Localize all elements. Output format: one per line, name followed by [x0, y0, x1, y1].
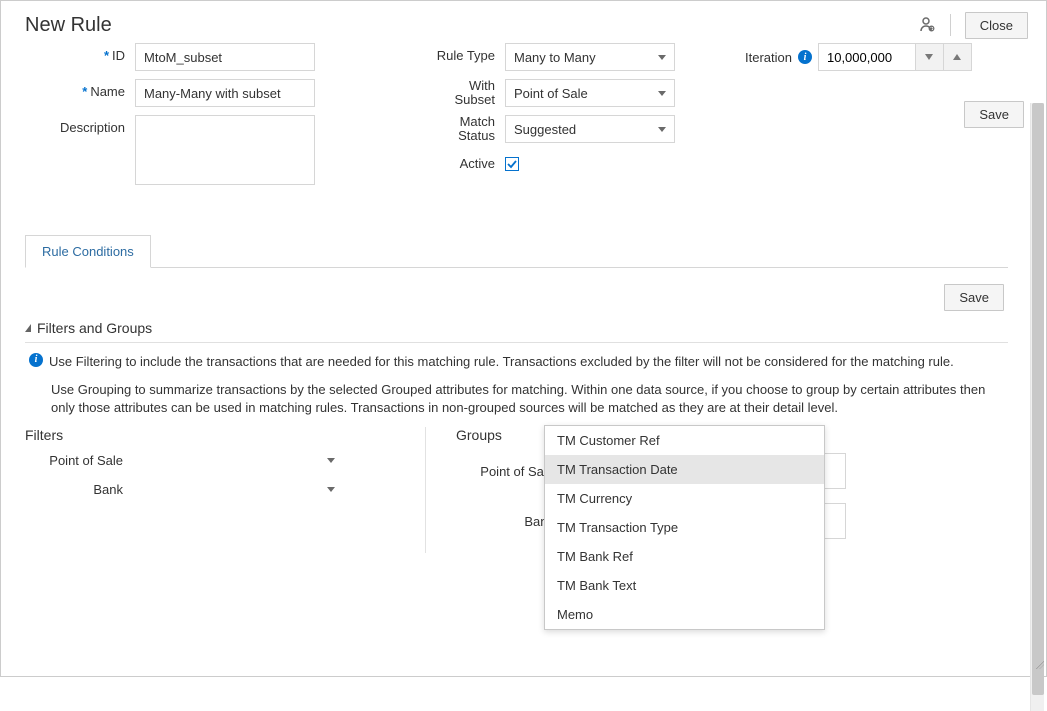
rule-conditions-panel: Save Filters and Groups i Use Filtering …	[25, 268, 1008, 553]
field-match-status: Match Status Suggested	[435, 115, 685, 143]
dropdown-option[interactable]: TM Currency	[545, 484, 824, 513]
section-title-text: Filters and Groups	[37, 320, 152, 336]
filter-bank: Bank	[25, 482, 385, 497]
id-input[interactable]	[135, 43, 315, 71]
chevron-down-icon	[658, 91, 666, 96]
match-status-label: Match Status	[435, 115, 505, 143]
close-button[interactable]: Close	[965, 12, 1028, 39]
collapse-icon	[25, 324, 31, 332]
page-title: New Rule	[25, 14, 112, 37]
match-status-select[interactable]: Suggested	[505, 115, 675, 143]
scroll-area: *ID *Name Description Rule Type Many to	[25, 43, 1028, 658]
save-button-panel[interactable]: Save	[944, 284, 1004, 311]
name-label: *Name	[25, 79, 135, 99]
resize-handle[interactable]	[1032, 657, 1046, 671]
active-label: Active	[435, 151, 505, 171]
help-block: i Use Filtering to include the transacti…	[25, 353, 1008, 417]
info-icon[interactable]: i	[798, 50, 812, 64]
with-subset-value: Point of Sale	[514, 86, 588, 101]
iteration-increment[interactable]	[943, 44, 971, 70]
help-text-1: i Use Filtering to include the transacti…	[29, 353, 1004, 371]
with-subset-label: With Subset	[435, 79, 505, 107]
attribute-dropdown: TM Customer Ref TM Transaction Date TM C…	[544, 425, 825, 630]
field-rule-type: Rule Type Many to Many	[435, 43, 685, 71]
field-description: Description	[25, 115, 415, 185]
form-col-1: *ID *Name Description	[25, 43, 415, 193]
chevron-down-icon	[327, 487, 335, 492]
filter-bank-select[interactable]	[135, 487, 335, 492]
form-col-3: Iteration i	[705, 43, 1008, 193]
field-with-subset: With Subset Point of Sale	[435, 79, 685, 107]
chevron-up-icon	[953, 54, 961, 60]
match-status-value: Suggested	[514, 122, 576, 137]
iteration-spinner	[818, 43, 972, 71]
dropdown-option[interactable]: TM Bank Ref	[545, 542, 824, 571]
filter-bank-label: Bank	[25, 482, 135, 497]
divider	[950, 14, 951, 36]
id-label: *ID	[25, 43, 135, 63]
filter-pos-select[interactable]	[135, 458, 335, 463]
filters-column: Filters Point of Sale Bank	[25, 427, 385, 553]
iteration-input[interactable]	[819, 44, 915, 70]
chevron-down-icon	[925, 54, 933, 60]
help-text-2: Use Grouping to summarize transactions b…	[51, 381, 1004, 417]
iteration-decrement[interactable]	[915, 44, 943, 70]
scrollbar-track[interactable]	[1030, 103, 1044, 711]
field-iteration: Iteration i	[745, 43, 1008, 71]
chevron-down-icon	[327, 458, 335, 463]
active-checkbox[interactable]	[505, 157, 519, 171]
dropdown-option[interactable]: TM Transaction Type	[545, 513, 824, 542]
rule-type-select[interactable]: Many to Many	[505, 43, 675, 71]
filter-pos-label: Point of Sale	[25, 453, 135, 468]
header-actions: Close	[918, 12, 1028, 39]
filters-groups-heading[interactable]: Filters and Groups	[25, 320, 1008, 343]
iteration-label: Iteration	[745, 50, 792, 65]
with-subset-select[interactable]: Point of Sale	[505, 79, 675, 107]
rule-type-label: Rule Type	[435, 43, 505, 63]
filters-groups-row: Filters Point of Sale Bank	[25, 427, 1008, 553]
dropdown-option[interactable]: TM Customer Ref	[545, 426, 824, 455]
field-name: *Name	[25, 79, 415, 107]
field-active: Active	[435, 151, 685, 171]
filters-heading: Filters	[25, 427, 385, 443]
user-settings-icon[interactable]	[918, 16, 936, 34]
dropdown-option[interactable]: TM Bank Text	[545, 571, 824, 600]
description-input[interactable]	[135, 115, 315, 185]
name-input[interactable]	[135, 79, 315, 107]
tab-bar: Rule Conditions	[25, 235, 1008, 268]
dialog-content: Save *ID *Name Description	[1, 43, 1046, 671]
filter-point-of-sale: Point of Sale	[25, 453, 385, 468]
form-grid: *ID *Name Description Rule Type Many to	[25, 43, 1008, 193]
dialog-header: New Rule Close	[1, 1, 1046, 43]
description-label: Description	[25, 115, 135, 135]
chevron-down-icon	[658, 127, 666, 132]
field-id: *ID	[25, 43, 415, 71]
chevron-down-icon	[658, 55, 666, 60]
form-col-2: Rule Type Many to Many With Subset Point…	[435, 43, 685, 193]
rule-type-value: Many to Many	[514, 50, 596, 65]
dropdown-option[interactable]: Memo	[545, 600, 824, 629]
scrollbar-thumb[interactable]	[1032, 103, 1044, 695]
info-icon: i	[29, 353, 43, 367]
dropdown-option[interactable]: TM Transaction Date	[545, 455, 824, 484]
tab-rule-conditions[interactable]: Rule Conditions	[25, 235, 151, 268]
